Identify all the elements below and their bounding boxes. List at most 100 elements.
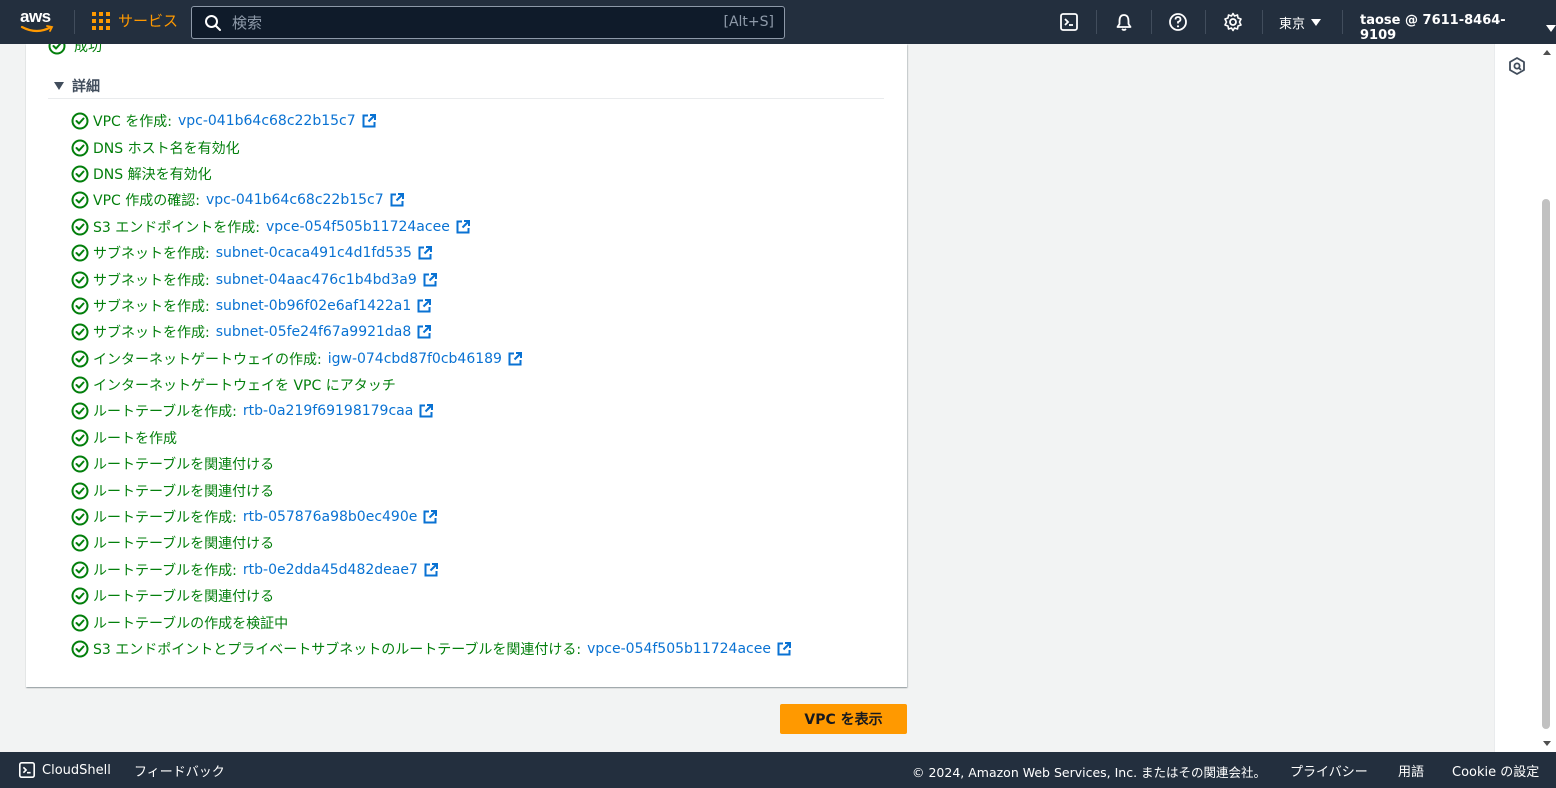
step-item: VPC 作成の確認: vpc-041b64c68c22b15c7 — [71, 187, 792, 213]
step-text: S3 エンドポイントとプライベートサブネットのルートテーブルを関連付ける: — [93, 642, 582, 658]
check-circle-icon — [71, 482, 89, 500]
notifications-button[interactable] — [1113, 11, 1135, 33]
details-expander[interactable]: 詳細 — [54, 76, 100, 96]
external-link-icon[interactable] — [455, 219, 471, 235]
step-item: インターネットゲートウェイの作成: igw-074cbd87f0cb46189 — [71, 346, 792, 372]
cloudshell-label: CloudShell — [42, 762, 111, 778]
check-circle-icon — [71, 534, 89, 552]
external-link-icon[interactable] — [417, 245, 433, 261]
nav-divider — [1262, 10, 1263, 34]
check-circle-icon — [71, 587, 89, 605]
caret-down-icon — [1311, 19, 1322, 26]
step-text: サブネットを作成: — [93, 325, 210, 342]
resource-link[interactable]: subnet-0caca491c4d1fd535 — [216, 245, 412, 261]
resource-link[interactable]: rtb-0a219f69198179caa — [243, 403, 413, 419]
search-input[interactable] — [232, 13, 702, 32]
copyright-text: © 2024, Amazon Web Services, Inc. またはその関… — [912, 765, 1267, 780]
external-link-icon[interactable] — [776, 641, 792, 657]
account-label: taose @ 7611-8464-9109 — [1360, 13, 1506, 43]
step-item: DNS ホスト名を有効化 — [71, 134, 792, 160]
step-item: サブネットを作成: subnet-0b96f02e6af1422a1 — [71, 293, 792, 319]
step-text: ルートテーブルを作成: — [93, 562, 237, 579]
caret-down-icon — [54, 82, 64, 90]
services-label: サービス — [118, 12, 179, 30]
check-circle-icon — [71, 191, 89, 209]
step-item: インターネットゲートウェイを VPC にアタッチ — [71, 372, 792, 398]
resource-link[interactable]: subnet-04aac476c1b4bd3a9 — [216, 272, 417, 288]
external-link-icon[interactable] — [389, 192, 405, 208]
resource-link[interactable]: rtb-0e2dda45d482deae7 — [243, 562, 418, 578]
resource-link[interactable]: vpc-041b64c68c22b15c7 — [206, 192, 384, 208]
scroll-down-arrow[interactable] — [1543, 741, 1551, 746]
step-text: DNS 解決を有効化 — [93, 166, 212, 183]
cookie-settings-link[interactable]: Cookie の設定 — [1452, 761, 1539, 780]
step-text: S3 エンドポイントを作成: — [93, 219, 260, 236]
step-text: サブネットを作成: — [93, 246, 210, 263]
resource-link[interactable]: vpce-054f505b11724acee — [587, 641, 771, 657]
external-link-icon[interactable] — [361, 113, 377, 129]
resource-link[interactable]: vpc-041b64c68c22b15c7 — [178, 113, 356, 129]
external-link-icon[interactable] — [423, 562, 439, 578]
region-selector[interactable]: 東京 — [1279, 13, 1322, 32]
external-link-icon[interactable] — [418, 403, 434, 419]
bell-icon — [1116, 14, 1132, 31]
step-text: VPC を作成: — [93, 114, 172, 131]
resource-link[interactable]: subnet-0b96f02e6af1422a1 — [216, 298, 412, 314]
check-circle-icon — [71, 323, 89, 341]
region-label: 東京 — [1279, 17, 1306, 32]
partial-status-text: 成功 — [74, 44, 102, 55]
step-text: ルートテーブルを関連付ける — [93, 483, 275, 500]
nav-divider — [74, 10, 75, 34]
step-text: VPC 作成の確認: — [93, 193, 200, 210]
resource-link[interactable]: igw-074cbd87f0cb46189 — [328, 351, 502, 367]
right-tools-rail — [1494, 44, 1538, 752]
resource-link[interactable]: subnet-05fe24f67a9921da8 — [216, 324, 412, 340]
scroll-up-arrow[interactable] — [1543, 50, 1551, 55]
step-item: ルートテーブルを作成: rtb-057876a98b0ec490e — [71, 504, 792, 530]
resource-link[interactable]: vpce-054f505b11724acee — [266, 219, 450, 235]
privacy-link[interactable]: プライバシー — [1290, 761, 1368, 780]
step-item: サブネットを作成: subnet-05fe24f67a9921da8 — [71, 319, 792, 345]
account-menu[interactable]: taose @ 7611-8464-9109 — [1360, 13, 1556, 43]
cloudshell-footer-button[interactable]: CloudShell — [18, 761, 111, 779]
top-navigation: aws サービス [Alt+S] — [0, 0, 1556, 44]
check-circle-icon — [48, 44, 66, 55]
view-vpc-button[interactable]: VPC を表示 — [780, 704, 907, 734]
terms-link[interactable]: 用語 — [1398, 761, 1424, 780]
external-link-icon[interactable] — [416, 298, 432, 314]
cloudshell-button[interactable] — [1058, 11, 1080, 33]
external-link-icon[interactable] — [422, 272, 438, 288]
step-text: ルートテーブルを作成: — [93, 404, 237, 421]
page-scrollbar[interactable] — [1538, 44, 1556, 752]
external-link-icon[interactable] — [422, 509, 438, 525]
search-bar[interactable]: [Alt+S] — [191, 6, 785, 39]
feedback-link[interactable]: フィードバック — [134, 761, 225, 780]
external-link-icon[interactable] — [416, 324, 432, 340]
step-item: ルートテーブルを関連付ける — [71, 451, 792, 477]
services-menu[interactable]: サービス — [92, 10, 178, 31]
step-text: ルートテーブルを関連付ける — [93, 589, 275, 606]
creation-status-panel: 成功 詳細 VPC を作成: vpc-041b64c68c22b15c7 DNS ホ… — [26, 44, 907, 687]
panel-icon[interactable] — [1507, 56, 1527, 76]
partial-status-row: 成功 — [48, 44, 102, 56]
settings-button[interactable] — [1222, 11, 1244, 33]
check-circle-icon — [71, 402, 89, 420]
check-circle-icon — [71, 244, 89, 262]
check-circle-icon — [71, 429, 89, 447]
check-circle-icon — [71, 297, 89, 315]
check-circle-icon — [71, 112, 89, 130]
step-text: インターネットゲートウェイを VPC にアタッチ — [93, 378, 396, 395]
scroll-thumb[interactable] — [1542, 199, 1550, 729]
step-text: ルートテーブルを作成: — [93, 510, 237, 527]
aws-logo[interactable]: aws — [20, 8, 58, 36]
step-text: サブネットを作成: — [93, 298, 210, 315]
step-item: ルートを作成 — [71, 425, 792, 451]
resource-link[interactable]: rtb-057876a98b0ec490e — [243, 509, 417, 525]
external-link-icon[interactable] — [507, 351, 523, 367]
check-circle-icon — [71, 640, 89, 658]
step-item: S3 エンドポイントとプライベートサブネットのルートテーブルを関連付ける: vpc… — [71, 636, 792, 662]
check-circle-icon — [71, 561, 89, 579]
step-item: ルートテーブルを関連付ける — [71, 583, 792, 609]
nav-divider — [1342, 10, 1343, 34]
help-button[interactable] — [1167, 11, 1189, 33]
